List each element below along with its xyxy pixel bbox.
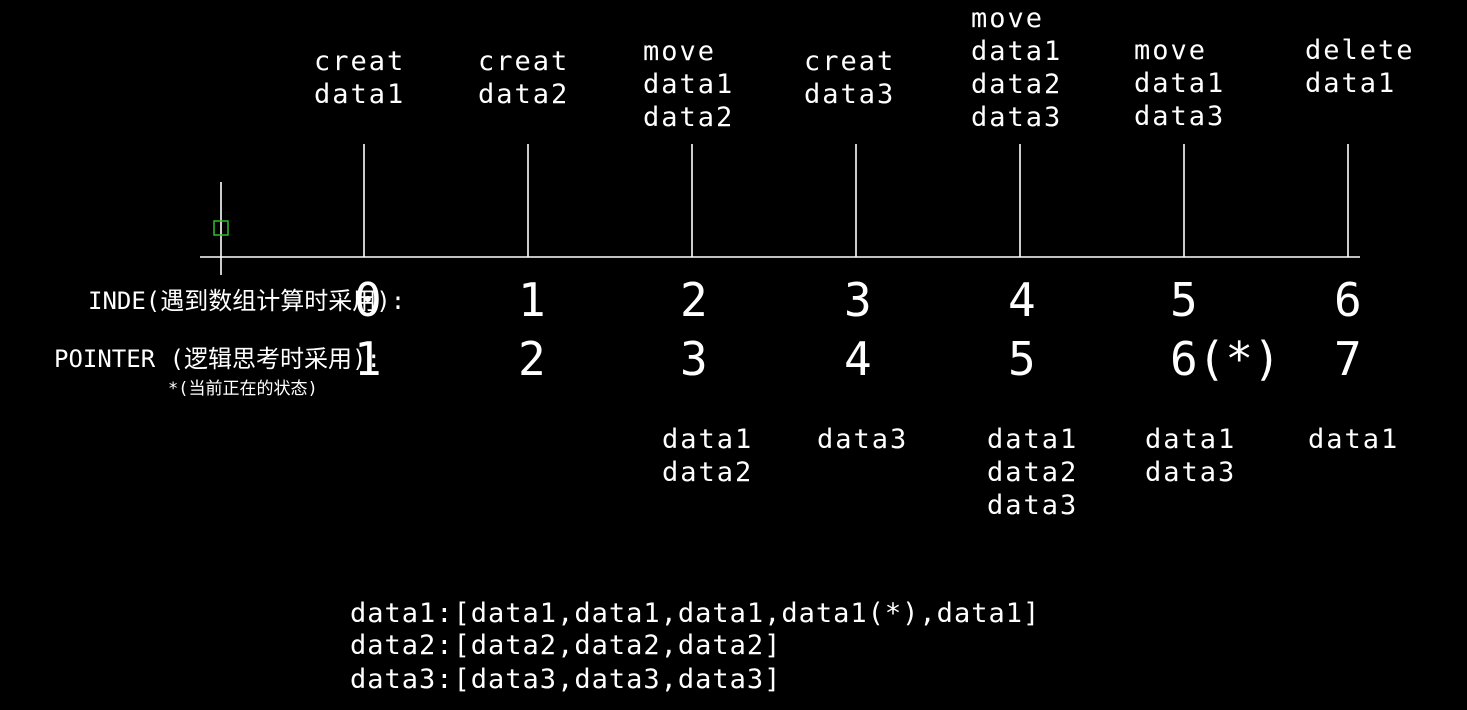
index-value: 3 (844, 273, 872, 327)
pointer-value: 4 (844, 332, 872, 386)
state-item: data3 (987, 490, 1078, 521)
state-item: data3 (817, 424, 908, 455)
pointer-value: 6(*) (1170, 332, 1281, 386)
state-item: data1 (1308, 424, 1399, 455)
state-item: data2 (662, 457, 753, 488)
state-item: data1 (987, 424, 1078, 455)
operation-label: data1 (1134, 68, 1225, 99)
operation-label: data1 (643, 69, 734, 100)
index-value: 0 (354, 273, 382, 327)
operation-label: move (1134, 35, 1207, 66)
summary-line-data2: data2:[data2,data2,data2] (350, 630, 781, 661)
operation-label: creat (478, 46, 569, 77)
operation-label: creat (314, 46, 405, 77)
state-item: data1 (1145, 424, 1236, 455)
index-value: 4 (1008, 273, 1036, 327)
timeline-columns: creatdata101creatdata212movedata1data223… (314, 3, 1415, 521)
operation-label: data2 (478, 79, 569, 110)
summary-line-data3: data3:[data3,data3,data3] (350, 664, 781, 695)
index-value: 5 (1170, 273, 1198, 327)
operation-label: data3 (1134, 101, 1225, 132)
operation-label: data2 (971, 69, 1062, 100)
operation-label: delete (1305, 35, 1415, 66)
pointer-value: 2 (518, 332, 546, 386)
pointer-label: POINTER (逻辑思考时采用): (54, 345, 381, 373)
operation-label: data1 (314, 79, 405, 110)
operation-label: data3 (804, 79, 895, 110)
state-item: data2 (987, 457, 1078, 488)
operation-label: data3 (971, 102, 1062, 133)
index-value: 6 (1334, 273, 1362, 327)
operation-label: creat (804, 46, 895, 77)
pointer-value: 3 (680, 332, 708, 386)
current-state-note: *(当前正在的状态) (168, 379, 318, 399)
operation-label: data2 (643, 102, 734, 133)
operation-label: data1 (1305, 68, 1396, 99)
operation-label: move (643, 36, 716, 67)
pointer-value: 1 (354, 332, 382, 386)
state-item: data1 (662, 424, 753, 455)
operation-label: data1 (971, 36, 1062, 67)
state-item: data3 (1145, 457, 1236, 488)
pointer-value: 7 (1334, 332, 1362, 386)
timeline-diagram: INDE(遇到数组计算时采用): POINTER (逻辑思考时采用): *(当前… (54, 3, 1415, 695)
pointer-value: 5 (1008, 332, 1036, 386)
summary-line-data1: data1:[data1,data1,data1,data1(*),data1] (350, 598, 1040, 629)
operation-label: move (971, 3, 1044, 34)
index-value: 2 (680, 273, 708, 327)
index-value: 1 (518, 273, 546, 327)
